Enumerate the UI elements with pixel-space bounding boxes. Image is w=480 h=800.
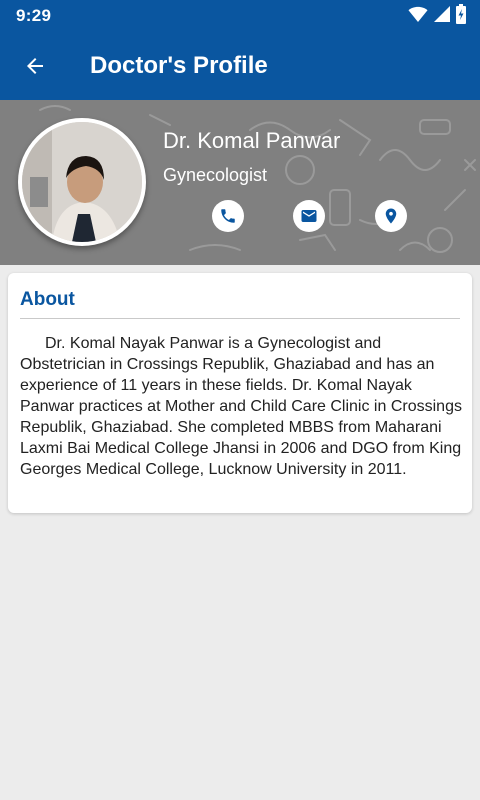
battery-charging-icon	[456, 3, 466, 29]
doctor-name: Dr. Komal Panwar	[163, 128, 341, 153]
arrow-left-icon	[27, 58, 43, 74]
about-text: Dr. Komal Nayak Panwar is a Gynecologist…	[20, 335, 462, 478]
status-bar: 9:29	[0, 0, 480, 32]
about-card: About Dr. Komal Nayak Panwar is a Gyneco…	[8, 273, 472, 513]
page-title: Doctor's Profile	[90, 52, 268, 79]
doctor-specialty: Gynecologist	[163, 165, 268, 185]
back-button[interactable]	[18, 50, 52, 82]
status-time: 9:29	[16, 6, 52, 25]
location-pin-icon	[385, 208, 397, 224]
status-icons	[408, 3, 466, 29]
profile-header: Dr. Komal Panwar Gynecologist	[0, 100, 480, 265]
mail-icon	[301, 210, 317, 222]
about-title: About	[20, 289, 75, 310]
email-button[interactable]	[293, 200, 325, 232]
divider	[20, 318, 460, 319]
call-button[interactable]	[212, 200, 244, 232]
location-button[interactable]	[375, 200, 407, 232]
doctor-photo	[22, 122, 142, 242]
phone-icon	[221, 209, 235, 223]
wifi-icon	[408, 5, 428, 28]
avatar	[18, 118, 146, 246]
app-bar: Doctor's Profile	[0, 32, 480, 100]
signal-icon	[434, 5, 450, 27]
